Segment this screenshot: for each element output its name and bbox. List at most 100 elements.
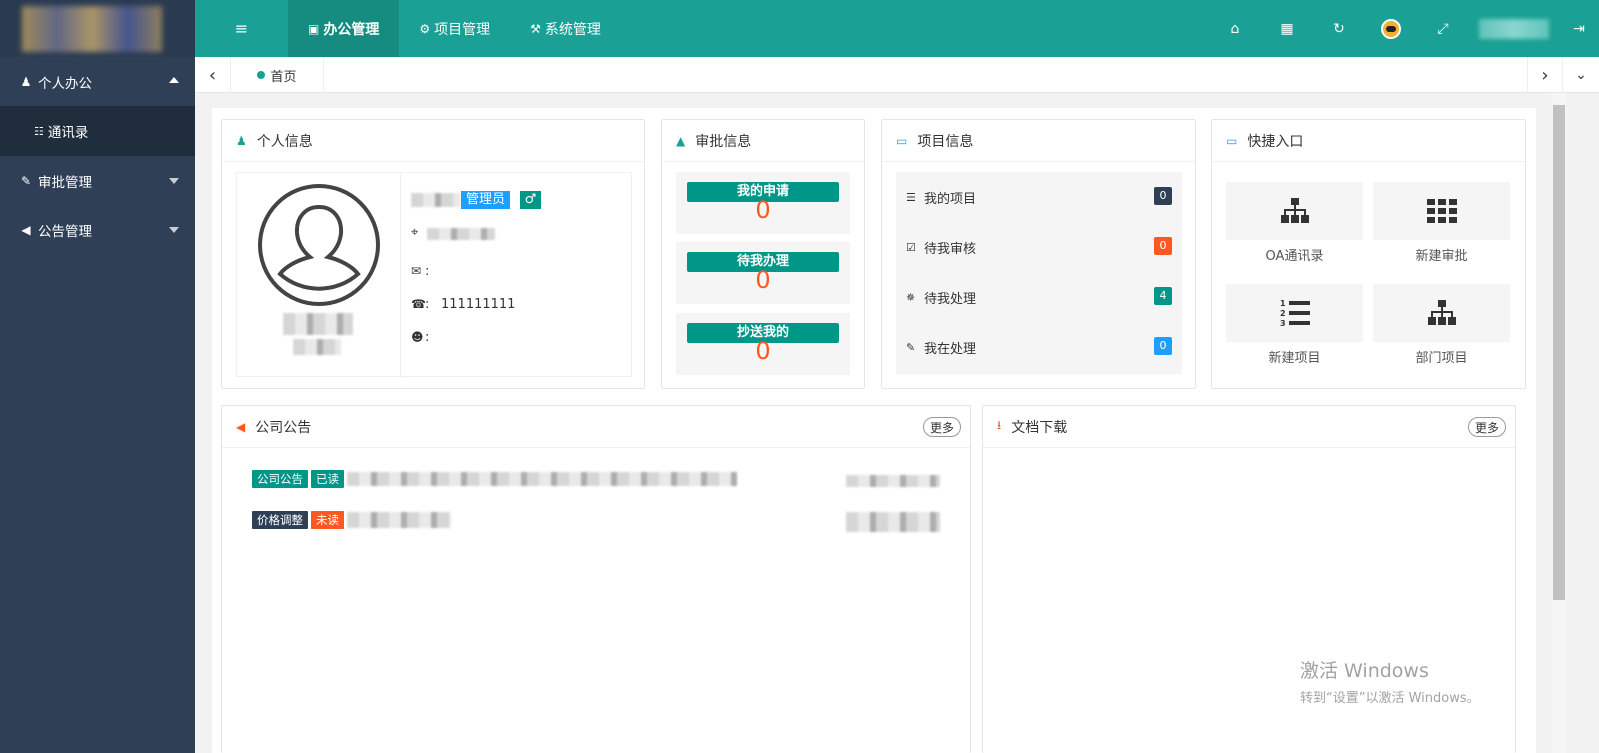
ordered-list-icon: 123: [1280, 299, 1310, 328]
notice-status-tag: 未读: [311, 511, 344, 529]
refresh-icon[interactable]: ↻: [1313, 0, 1365, 57]
user-dept-blurred: [293, 339, 341, 355]
project-row-review[interactable]: ☑ 待我审核 0: [906, 235, 1172, 259]
page-tabs-bar: ‹ 首页 › ⌄: [195, 57, 1599, 93]
qq-icon: ☻: [411, 330, 424, 344]
personal-info-body: 管理员 ♂ ⌖ ✉ : ☎ : 111111111 ☻ :: [236, 172, 632, 378]
briefcase-icon: ▣: [308, 21, 320, 36]
phone-value: 111111111: [441, 297, 516, 312]
wrench-icon: ⚒: [530, 21, 541, 36]
quick-new-project[interactable]: 123: [1226, 284, 1363, 342]
logout-icon[interactable]: ⇥: [1559, 0, 1599, 57]
avatar[interactable]: [1365, 0, 1417, 57]
topbar-actions: ⌂ ▦ ↻ ⤢ ⇥: [1209, 0, 1599, 57]
approval-cc[interactable]: 抄送我的 0: [676, 313, 850, 375]
list-icon: ☰: [906, 190, 916, 204]
card-icon: ▭: [1226, 133, 1238, 148]
project-count-badge: 4: [1154, 287, 1172, 305]
tabs-next-icon[interactable]: ›: [1527, 57, 1563, 93]
approval-count: 0: [755, 337, 771, 365]
project-row-todo[interactable]: ✵ 待我处理 4: [906, 285, 1172, 309]
approval-my-requests[interactable]: 我的申请 0: [676, 172, 850, 234]
notice-title-blurred: [347, 472, 737, 486]
project-count-badge: 0: [1154, 237, 1172, 255]
approval-card: ▲ 审批信息 我的申请 0 待我办理 0 抄送我的 0: [661, 119, 865, 389]
check-square-icon: ☑: [906, 240, 916, 254]
approval-count: 0: [755, 266, 771, 294]
project-row-label: 我的项目: [924, 191, 977, 207]
watermark-subtitle: 转到“设置”以激活 Windows。: [1300, 691, 1480, 706]
tab-label: 办公管理: [323, 21, 380, 38]
notice-row[interactable]: 价格调整 未读: [252, 511, 451, 529]
notice-date-blurred: [846, 512, 940, 532]
gears-icon: ⚙: [419, 21, 431, 36]
caret-down-icon: [169, 227, 179, 233]
sidebar-item-personal-office[interactable]: ♟ 个人办公: [0, 57, 195, 106]
sitemap-icon: ☷: [34, 124, 44, 138]
user-avatar: [258, 184, 380, 306]
card-icon: ▭: [896, 133, 908, 148]
location-icon: ⌖: [411, 225, 419, 240]
card-title: 个人信息: [256, 133, 313, 150]
project-count-badge: 0: [1154, 337, 1172, 355]
user-icon: ♟: [20, 74, 32, 89]
grid-icon: [1426, 199, 1457, 223]
windows-activation-watermark: 激活 Windows 转到“设置”以激活 Windows。: [1300, 656, 1480, 706]
card-title: 公司公告: [255, 419, 312, 436]
sidebar-item-label: 通讯录: [47, 125, 89, 141]
notice-status-tag: 已读: [311, 470, 344, 488]
sidebar-item-approval[interactable]: ✎ 审批管理: [0, 156, 195, 205]
svg-text:3: 3: [1280, 319, 1286, 328]
quick-oa-contacts[interactable]: [1226, 182, 1363, 240]
quick-label: OA通讯录: [1265, 249, 1324, 264]
tab-home-label: 首页: [270, 69, 297, 85]
gender-badge: ♂: [520, 191, 541, 209]
phone-label: :: [425, 297, 430, 312]
quick-label: 部门项目: [1415, 351, 1468, 366]
quick-dept-projects[interactable]: [1373, 284, 1510, 342]
scrollbar[interactable]: [1551, 93, 1567, 753]
notices-more-button[interactable]: 更多: [922, 417, 961, 437]
download-icon: ⭳: [997, 418, 1002, 432]
tab-home[interactable]: 首页: [231, 57, 324, 93]
notice-row[interactable]: 公司公告 已读: [252, 470, 737, 488]
downloads-more-button[interactable]: 更多: [1467, 417, 1506, 437]
email-label: :: [425, 264, 430, 279]
card-title: 文档下载: [1011, 419, 1068, 436]
sidebar-item-notices[interactable]: ◀ 公告管理: [0, 205, 195, 254]
grid-icon[interactable]: ▦: [1261, 0, 1313, 57]
card-title: 审批信息: [695, 133, 752, 150]
watermark-title: 激活 Windows: [1300, 660, 1429, 682]
tab-office[interactable]: ▣ 办公管理: [288, 0, 400, 57]
tab-system[interactable]: ⚒ 系统管理: [510, 0, 621, 57]
menu-toggle-icon[interactable]: ≡: [195, 0, 288, 57]
sidebar-item-label: 个人办公: [38, 75, 92, 92]
company-notices-card: ◀ 公司公告 更多 公司公告 已读 价格调整 未读: [221, 405, 971, 753]
logo[interactable]: [0, 0, 195, 57]
tab-projects[interactable]: ⚙ 项目管理: [399, 0, 510, 57]
notice-date-blurred: [846, 475, 940, 487]
project-row-doing[interactable]: ✎ 我在处理 0: [906, 335, 1172, 359]
location-blurred: [427, 228, 495, 240]
svg-text:1: 1: [1280, 299, 1286, 308]
project-stats: ☰ 我的项目 0 ☑ 待我审核 0 ✵ 待我处理 4 ✎ 我在处理 0: [896, 172, 1182, 374]
quick-new-approval[interactable]: [1373, 182, 1510, 240]
home-icon[interactable]: ⌂: [1209, 0, 1261, 57]
spinner-icon: ✵: [906, 290, 916, 304]
tabs-dropdown-icon[interactable]: ⌄: [1563, 57, 1599, 93]
personal-info-card: ♟ 个人信息 管理员 ♂ ⌖ ✉ : ☎ : 111111111 ☻ :: [221, 119, 645, 389]
project-row-label: 待我审核: [924, 241, 977, 257]
project-count-badge: 0: [1154, 187, 1172, 205]
card-title: 快捷入口: [1247, 133, 1304, 150]
approval-pending[interactable]: 待我办理 0: [676, 242, 850, 304]
notice-title-blurred: [347, 512, 451, 528]
bullhorn-icon: ◀: [236, 419, 246, 434]
sidebar-item-contacts[interactable]: ☷ 通讯录: [0, 106, 195, 156]
tabs-prev-icon[interactable]: ‹: [195, 57, 231, 93]
username[interactable]: [1479, 18, 1549, 39]
scrollbar-thumb[interactable]: [1553, 105, 1565, 600]
edit-icon: ✎: [906, 340, 916, 354]
active-dot: [257, 71, 266, 79]
fullscreen-icon[interactable]: ⤢: [1417, 0, 1469, 57]
project-row-mine[interactable]: ☰ 我的项目 0: [906, 185, 1172, 209]
